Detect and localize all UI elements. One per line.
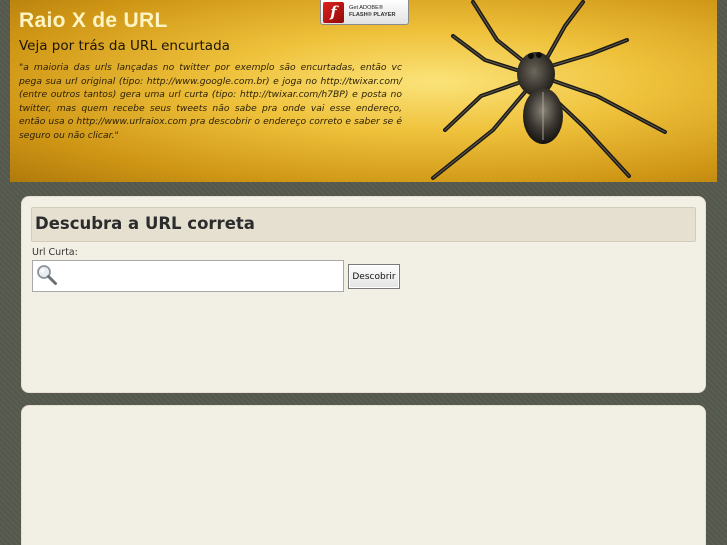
site-title: Raio X de URL	[19, 9, 168, 32]
flash-player-icon: f	[323, 1, 344, 23]
url-lookup-panel: Descubra a URL correta Url Curta: Descob…	[21, 196, 706, 393]
header-banner: Raio X de URL Veja por trás da URL encur…	[10, 0, 717, 182]
magnifier-icon	[37, 265, 57, 285]
panel-heading: Descubra a URL correta	[31, 207, 696, 242]
flash-badge-line1: Get ADOBE®	[349, 5, 383, 11]
site-subtitle: Veja por trás da URL encurtada	[19, 38, 230, 54]
discover-button[interactable]: Descobrir	[348, 264, 400, 289]
flash-badge-line2: FLASH® PLAYER	[349, 12, 396, 18]
get-flash-player-button[interactable]: f Get ADOBE® FLASH® PLAYER	[320, 0, 409, 25]
short-url-input[interactable]	[32, 260, 344, 292]
intro-quote: "a maioria das urls lançadas no twitter …	[19, 62, 402, 141]
results-panel	[21, 405, 706, 545]
spider-icon	[431, 0, 667, 180]
flash-badge-text: Get ADOBE® FLASH® PLAYER	[349, 5, 396, 19]
short-url-label: Url Curta:	[32, 247, 78, 258]
